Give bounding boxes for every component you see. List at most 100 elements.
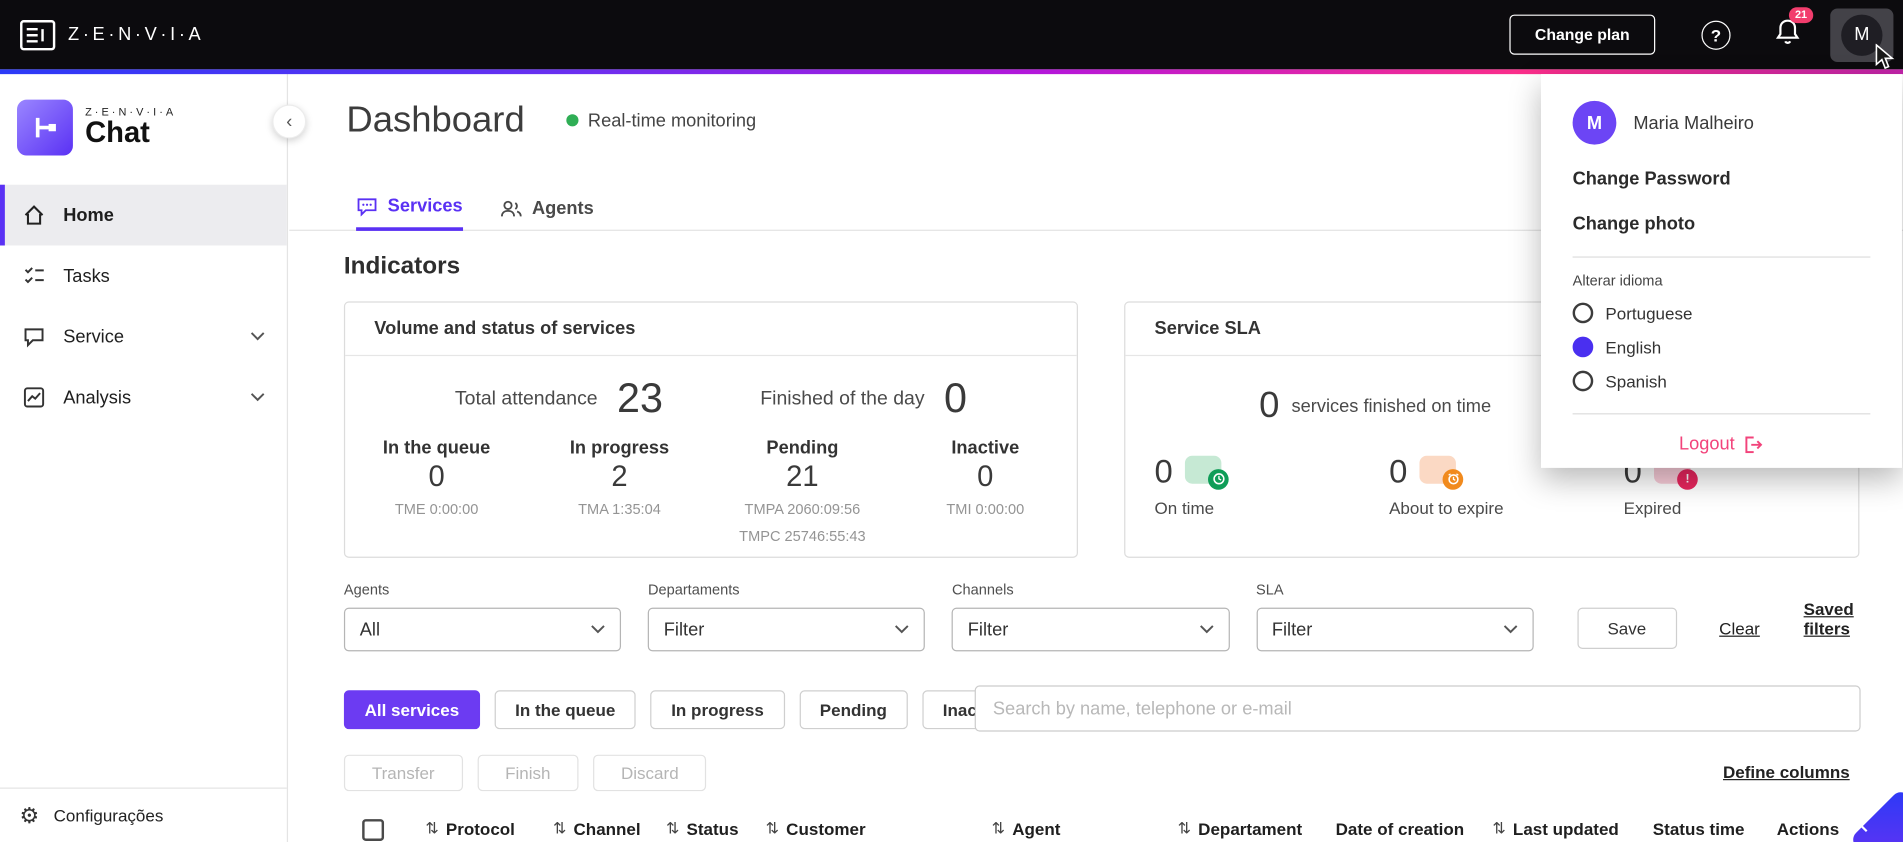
tab-in-progress[interactable]: In progress (650, 690, 785, 730)
gear-icon: ⚙ (19, 803, 40, 828)
col-channel[interactable]: ⇅ Channel (553, 817, 666, 839)
sla-filter-value: Filter (1271, 619, 1313, 640)
change-plan-button[interactable]: Change plan (1509, 14, 1656, 55)
tab-all-services[interactable]: All services (343, 690, 480, 730)
service-icon (24, 328, 44, 348)
sidebar-item-label: Service (63, 326, 124, 347)
sla-filter-select[interactable]: Filter (1256, 607, 1534, 652)
bulk-actions: Transfer Finish Discard (343, 754, 707, 792)
search-input[interactable] (974, 685, 1861, 732)
column-label: Channel (573, 819, 641, 839)
stat-label: Inactive (951, 437, 1020, 459)
sidebar-item-tasks[interactable]: Tasks (0, 245, 287, 306)
agents-filter-value: All (359, 619, 380, 640)
agents-filter-select[interactable]: All (343, 607, 622, 652)
tab-in-the-queue[interactable]: In the queue (494, 690, 636, 730)
finished-of-day: Finished of the day 0 (760, 376, 967, 423)
sidebar-settings[interactable]: ⚙ Configurações (0, 787, 287, 842)
stat-in-progress: In progress 2 TMA 1:35:04 (528, 438, 711, 548)
page-header: Dashboard Real-time monitoring (346, 100, 756, 141)
total-attendance-value: 23 (617, 375, 664, 422)
profile-name: Maria Malheiro (1633, 112, 1754, 134)
chat-bubble-icon (357, 197, 377, 216)
col-status-time[interactable]: Status time (1652, 817, 1777, 839)
radio-icon[interactable] (1572, 302, 1594, 324)
stat-label: In the queue (382, 437, 491, 459)
finished-of-day-label: Finished of the day (760, 388, 925, 409)
channels-filter-select[interactable]: Filter (951, 607, 1230, 652)
sidebar-item-home[interactable]: Home (0, 184, 287, 246)
page-title: Dashboard (346, 99, 525, 140)
radio-selected-icon[interactable] (1572, 336, 1594, 358)
clear-filters-link[interactable]: Clear (1719, 619, 1760, 638)
transfer-button[interactable]: Transfer (343, 754, 463, 792)
stat-pending: Pending 21 TMPA 2060:09:56 TMPC 25746:55… (711, 438, 894, 548)
status-dot-icon (566, 114, 579, 127)
stat-value: 21 (786, 460, 819, 494)
select-all-cell (344, 817, 425, 841)
stat-in-the-queue: In the queue 0 TME 0:00:00 (345, 438, 528, 548)
service-status-tabs: All services In the queue In progress Pe… (343, 690, 1027, 730)
divider (1572, 413, 1871, 415)
col-last-updated[interactable]: ⇅ Last updated (1492, 817, 1652, 838)
sla-label: About to expire (1389, 498, 1504, 518)
saved-filters-link[interactable]: Saved filters (1804, 599, 1903, 638)
sort-icon[interactable]: ⇅ (1178, 819, 1191, 838)
col-protocol[interactable]: ⇅ Protocol (425, 817, 553, 838)
agents-filter-group: Agents All (343, 581, 622, 652)
language-option-english[interactable]: English (1572, 336, 1871, 358)
sort-icon[interactable]: ⇅ (553, 819, 566, 838)
total-attendance-label: Total attendance (454, 388, 598, 409)
change-photo-link[interactable]: Change photo (1573, 214, 1871, 235)
sidebar-item-service[interactable]: Service (0, 306, 287, 367)
col-date-of-creation[interactable]: Date of creation (1336, 817, 1493, 838)
tab-agents[interactable]: Agents (499, 198, 594, 230)
tab-services[interactable]: Services (356, 196, 463, 231)
stat-inactive: Inactive 0 TMI 0:00:00 (894, 438, 1077, 548)
col-agent[interactable]: ⇅ Agent (992, 817, 1178, 838)
agents-icon (500, 200, 522, 217)
stat-value: 0 (428, 460, 445, 494)
app-root: Z·E·N·V·I·A Change plan ? 21 M Z·E·N·V·I… (0, 0, 1903, 842)
col-customer[interactable]: ⇅ Customer (766, 817, 992, 838)
stat-sub: TMA 1:35:04 (578, 500, 661, 518)
channels-filter-label: Channels (951, 580, 1014, 598)
sla-value: 0 (1154, 453, 1173, 490)
sla-label: Expired (1623, 498, 1682, 518)
user-avatar-button[interactable]: M (1830, 7, 1894, 62)
select-all-checkbox[interactable] (362, 819, 385, 841)
logout-button[interactable]: Logout (1573, 434, 1871, 455)
sort-icon[interactable]: ⇅ (992, 819, 1005, 838)
chevron-down-icon (895, 625, 909, 634)
brand-text: Z·E·N·V·I·A (68, 24, 205, 45)
column-label: Status time (1652, 819, 1745, 839)
on-time-icon (1184, 455, 1229, 490)
sort-icon[interactable]: ⇅ (666, 819, 679, 838)
departaments-filter-select[interactable]: Filter (647, 607, 926, 652)
sidebar-item-label: Analysis (63, 387, 132, 408)
radio-icon[interactable] (1572, 370, 1594, 392)
col-status[interactable]: ⇅ Status (666, 817, 766, 838)
col-departament[interactable]: ⇅ Departament (1178, 817, 1336, 838)
notifications-button[interactable]: 21 (1774, 7, 1814, 52)
sidebar-item-analysis[interactable]: Analysis (0, 367, 287, 428)
chat-logo-icon (17, 99, 73, 156)
sla-summary-label: services finished on time (1291, 395, 1492, 417)
language-label: Spanish (1605, 371, 1667, 391)
sort-icon[interactable]: ⇅ (425, 819, 438, 838)
sort-icon[interactable]: ⇅ (1492, 819, 1505, 838)
discard-button[interactable]: Discard (593, 754, 707, 792)
language-option-spanish[interactable]: Spanish (1572, 370, 1871, 392)
sidebar-collapse-button[interactable]: ‹ (272, 104, 307, 139)
chevron-down-icon (1503, 625, 1518, 634)
change-password-link[interactable]: Change Password (1573, 169, 1871, 190)
language-option-portuguese[interactable]: Portuguese (1572, 302, 1871, 324)
chat-widget-button[interactable] (1849, 788, 1903, 842)
stat-sub: TME 0:00:00 (394, 500, 479, 518)
define-columns-link[interactable]: Define columns (1723, 762, 1850, 781)
finish-button[interactable]: Finish (477, 754, 579, 792)
tab-pending[interactable]: Pending (799, 690, 908, 730)
save-filter-button[interactable]: Save (1577, 607, 1677, 649)
sort-icon[interactable]: ⇅ (766, 819, 779, 838)
help-icon[interactable]: ? (1701, 20, 1731, 50)
